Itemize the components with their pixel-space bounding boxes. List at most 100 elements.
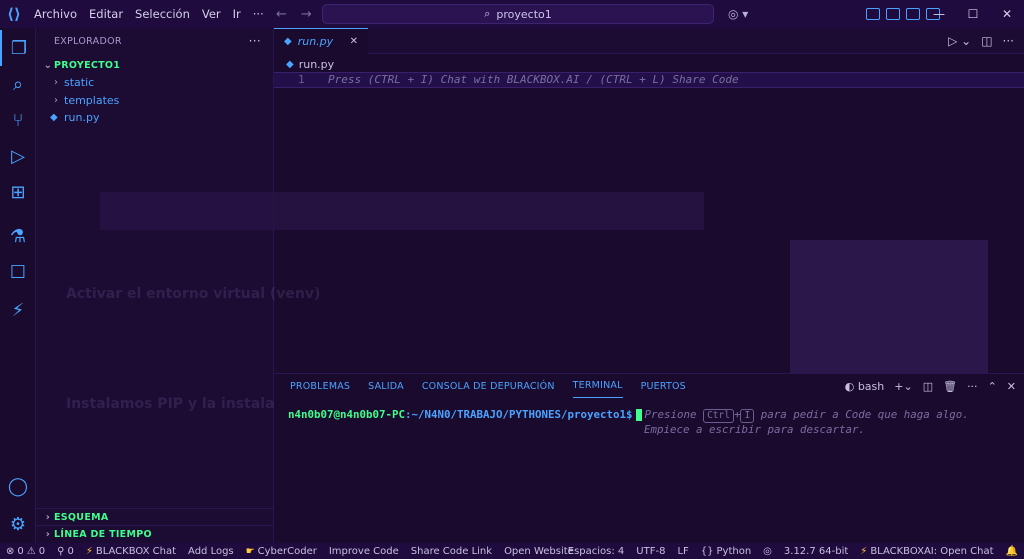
maximize-icon[interactable]: ☐ xyxy=(956,0,990,28)
editor-more-icon[interactable]: ··· xyxy=(1003,34,1014,48)
chevron-right-icon: › xyxy=(45,528,51,540)
vscode-logo-icon: ⟨⟩ xyxy=(7,5,21,23)
editor-hint-text[interactable]: Press (CTRL + I) Chat with BLACKBOX.AI /… xyxy=(328,73,739,86)
blackbox-open-chat-label: BLACKBOXAI: Open Chat xyxy=(870,545,994,557)
extensions-icon[interactable]: ⊞ xyxy=(0,174,36,210)
tab-salida[interactable]: SALIDA xyxy=(368,374,404,398)
new-terminal-icon[interactable]: +⌄ xyxy=(894,380,912,393)
encoding-status[interactable]: UTF-8 xyxy=(630,546,671,557)
explorer-title: EXPLORADOR xyxy=(54,35,122,47)
toggle-primary-sidebar-icon[interactable] xyxy=(866,8,880,20)
editor-tab-bar: ◆ run.py ✕ ▷ ⌄ ◫ ··· xyxy=(274,28,1024,54)
python-file-icon: ◆ xyxy=(50,112,58,124)
toggle-panel-icon[interactable] xyxy=(886,8,900,20)
project-folder-label: PROYECTO1 xyxy=(54,59,121,71)
project-folder[interactable]: ⌄ PROYECTO1 xyxy=(36,56,273,74)
timeline-label: LÍNEA DE TIEMPO xyxy=(54,528,152,540)
hand-icon: ☛ xyxy=(245,545,255,557)
eol-status[interactable]: LF xyxy=(671,546,694,557)
minimize-icon[interactable]: — xyxy=(922,0,956,28)
kbd-ctrl: Ctrl xyxy=(703,409,734,423)
run-debug-icon[interactable]: ▷ xyxy=(0,138,36,174)
tab-run-py[interactable]: ◆ run.py ✕ xyxy=(274,28,368,54)
improve-code-button[interactable]: Improve Code xyxy=(323,546,405,557)
testing-icon[interactable]: ⚗ xyxy=(0,218,36,254)
braces-icon: {} xyxy=(700,545,714,557)
maximize-panel-icon[interactable]: ⌃ xyxy=(988,380,997,393)
tab-puertos[interactable]: PUERTOS xyxy=(641,374,686,398)
ports-status[interactable]: ⚲ 0 xyxy=(51,546,80,557)
close-icon[interactable]: ✕ xyxy=(990,0,1024,28)
menu-ir[interactable]: Ir xyxy=(227,0,247,28)
explorer-header: EXPLORADOR ··· xyxy=(36,28,273,54)
search-icon: ⌕ xyxy=(484,7,491,20)
hint-pre: Presione xyxy=(644,408,697,421)
error-icon: ⊗ xyxy=(6,545,15,557)
tree-item-templates[interactable]: › templates xyxy=(36,92,273,110)
explorer-icon[interactable]: ❐ xyxy=(0,30,36,66)
breadcrumb-file[interactable]: run.py xyxy=(299,58,334,71)
close-panel-icon[interactable]: ✕ xyxy=(1007,380,1016,393)
settings-gear-icon[interactable]: ⚙ xyxy=(0,506,36,542)
bolt-icon: ⚡ xyxy=(85,545,93,557)
interpreter-status[interactable]: 3.12.7 64-bit xyxy=(778,546,854,557)
kill-terminal-icon[interactable]: 🗑 xyxy=(943,380,957,393)
indentation-status[interactable]: Espacios: 4 xyxy=(562,546,631,557)
tree-item-label: static xyxy=(64,76,95,90)
share-code-link-button[interactable]: Share Code Link xyxy=(405,546,498,557)
blackbox-open-chat-button[interactable]: ⚡ BLACKBOXAI: Open Chat xyxy=(854,546,999,557)
add-logs-button[interactable]: Add Logs xyxy=(182,546,240,557)
problems-status[interactable]: ⊗ 0 ⚠ 0 xyxy=(0,546,51,557)
terminal-shell[interactable]: ◐ bash xyxy=(845,380,885,393)
blackbox-chat-button[interactable]: ⚡ BLACKBOX Chat xyxy=(80,546,182,557)
menu-more[interactable]: ··· xyxy=(247,0,270,28)
menu-editar[interactable]: Editar xyxy=(83,0,129,28)
menu-seleccion[interactable]: Selección xyxy=(129,0,196,28)
timeline-section[interactable]: › LÍNEA DE TIEMPO xyxy=(36,525,274,542)
menu-bar: Archivo Editar Selección Ver Ir ··· xyxy=(28,0,270,28)
search-view-icon[interactable]: ⌕ xyxy=(0,66,36,102)
tree-item-static[interactable]: › static xyxy=(36,74,273,92)
menu-ver[interactable]: Ver xyxy=(196,0,227,28)
chevron-right-icon: › xyxy=(54,77,58,89)
account-icon[interactable]: ◯ xyxy=(0,468,36,504)
chat-icon[interactable]: ☐ xyxy=(0,254,36,290)
tab-consola-depuracion[interactable]: CONSOLA DE DEPURACIÓN xyxy=(422,374,555,398)
menu-archivo[interactable]: Archivo xyxy=(28,0,83,28)
more-actions-icon[interactable]: ··· xyxy=(249,34,261,48)
blackbox-icon[interactable]: ⚡ xyxy=(0,292,36,328)
python-file-icon: ◆ xyxy=(286,58,294,70)
tab-problemas[interactable]: PROBLEMAS xyxy=(290,374,350,398)
terminal-hint: Presione Ctrl + I para pedir a Code que ha… xyxy=(645,408,969,423)
prompt-user: n4n0b07@n4n0b07-PC xyxy=(288,408,406,421)
command-center-label: proyecto1 xyxy=(496,7,552,21)
terminal-prompt[interactable]: n4n0b07@n4n0b07-PC :~/N4N0/TRABAJO/PYTHO… xyxy=(288,408,969,423)
toggle-secondary-sidebar-icon[interactable] xyxy=(906,8,920,20)
panel-more-icon[interactable]: ··· xyxy=(967,380,978,393)
outline-section[interactable]: › ESQUEMA xyxy=(36,508,274,525)
cybercoder-button[interactable]: ☛ CyberCoder xyxy=(240,546,323,557)
blackbox-chat-label: BLACKBOX Chat xyxy=(95,545,177,557)
language-label: Python xyxy=(716,545,752,557)
tab-terminal[interactable]: TERMINAL xyxy=(572,374,623,398)
source-control-icon[interactable]: ⑂ xyxy=(0,102,36,138)
cybercoder-label: CyberCoder xyxy=(257,545,317,557)
forward-arrow-icon[interactable]: → xyxy=(301,7,312,22)
command-center[interactable]: ⌕ proyecto1 xyxy=(322,4,714,24)
close-tab-icon[interactable]: ✕ xyxy=(350,36,358,47)
notifications-bell-icon[interactable]: 🔔 xyxy=(1000,546,1024,557)
language-status[interactable]: {} Python xyxy=(695,546,757,557)
split-editor-icon[interactable]: ◫ xyxy=(981,34,992,48)
status-right: Espacios: 4 UTF-8 LF {} Python ◎ 3.12.7 6… xyxy=(562,543,1024,559)
split-terminal-icon[interactable]: ◫ xyxy=(923,380,933,393)
run-python-icon[interactable]: ▷ ⌄ xyxy=(948,34,971,48)
tree-item-run-py[interactable]: ◆ run.py xyxy=(36,109,273,127)
terminal-hint-line2: Empiece a escribir para descartar. xyxy=(644,423,866,436)
back-arrow-icon[interactable]: ← xyxy=(276,7,287,22)
chevron-down-icon: ⌄ xyxy=(43,59,53,71)
chevron-right-icon: › xyxy=(45,511,51,523)
copilot-icon[interactable]: ◎ ▾ xyxy=(728,0,748,28)
warning-count: 0 xyxy=(38,545,46,557)
copilot-status-icon[interactable]: ◎ xyxy=(757,546,778,557)
python-file-icon: ◆ xyxy=(284,36,292,47)
